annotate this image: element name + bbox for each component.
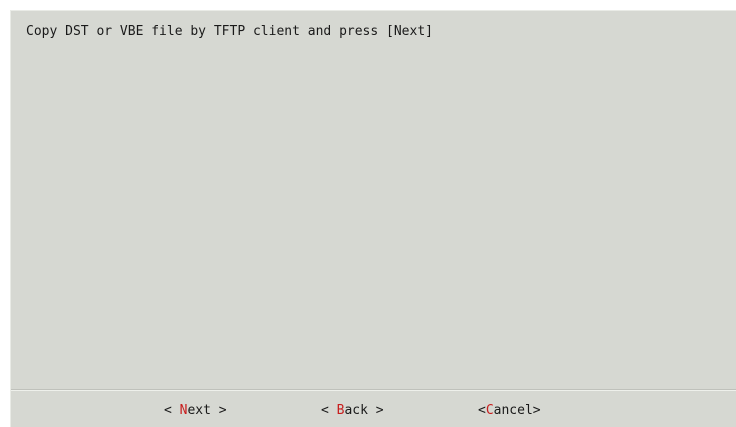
back-button-suffix: >: [367, 403, 384, 418]
button-row: < Next > < Back > <Cancel>: [11, 401, 736, 421]
next-button-label: ext: [187, 403, 211, 418]
cancel-button[interactable]: <Cancel>: [478, 401, 541, 421]
instruction-message: Copy DST or VBE file by TFTP client and …: [26, 24, 433, 39]
back-button-prefix: <: [321, 403, 337, 418]
cancel-button-suffix: >: [532, 403, 541, 418]
next-button-suffix: >: [210, 403, 227, 418]
button-separator: [11, 389, 736, 391]
next-button[interactable]: < Next >: [164, 401, 227, 421]
cancel-button-label: ancel: [493, 403, 533, 418]
back-button[interactable]: < Back >: [321, 401, 384, 421]
cancel-button-hotkey: C: [485, 403, 494, 418]
cancel-button-prefix: <: [478, 403, 486, 418]
next-button-prefix: <: [164, 403, 180, 418]
back-button-label: ack: [344, 403, 368, 418]
tftp-dialog: Copy DST or VBE file by TFTP client and …: [10, 10, 736, 427]
